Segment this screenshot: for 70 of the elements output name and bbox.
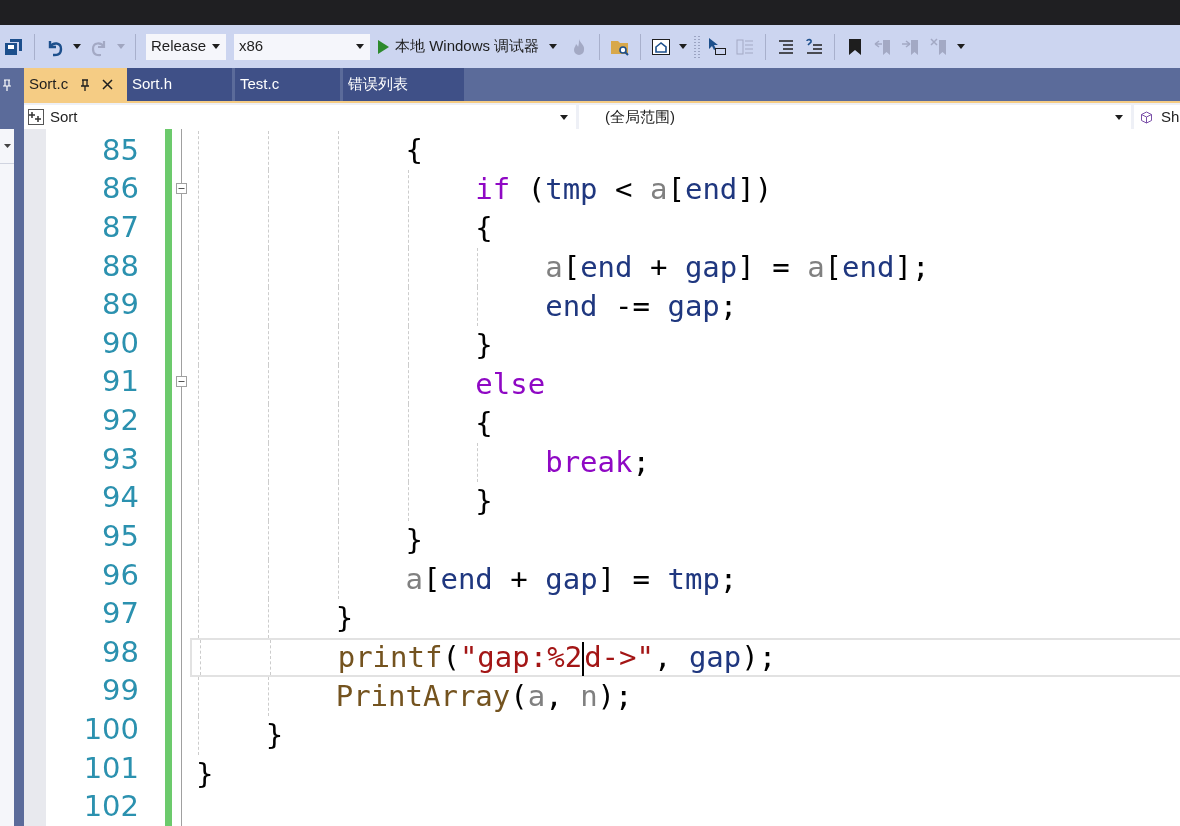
- line-number: 98: [102, 637, 139, 667]
- caret-icon[interactable]: [73, 44, 81, 49]
- play-icon: [378, 39, 389, 54]
- run-debugger-button[interactable]: 本地 Windows 调试器: [374, 33, 566, 60]
- file-tab[interactable]: Sort.h: [127, 68, 232, 101]
- code-line: a[end + gap] = a[end];: [544, 253, 930, 282]
- caret-icon[interactable]: [3, 144, 11, 148]
- line-number: 96: [102, 560, 139, 590]
- code-line: a[end + gap] = tmp;: [404, 565, 738, 594]
- line-number: 99: [102, 676, 139, 706]
- scope-dropdown[interactable]: (全局范围): [579, 105, 1131, 129]
- cursor-icon[interactable]: [707, 36, 728, 57]
- code-line: {: [474, 409, 493, 438]
- caret-icon[interactable]: [957, 44, 966, 49]
- line-number: 87: [102, 213, 139, 242]
- close-icon[interactable]: [102, 79, 114, 90]
- code-line: {: [474, 214, 493, 243]
- tab-title: 错误列表: [348, 74, 408, 95]
- code-line: PrintArray(a, n);: [334, 682, 633, 711]
- member-dropdown[interactable]: Sh: [1134, 105, 1180, 129]
- collapse-icon[interactable]: [175, 183, 187, 195]
- code-line: break;: [544, 448, 650, 477]
- line-number: 101: [83, 753, 139, 783]
- line-number: 97: [102, 599, 139, 629]
- file-tab[interactable]: Test.c: [235, 68, 340, 101]
- save-all-icon[interactable]: [4, 36, 24, 57]
- code-line: end -= gap;: [544, 292, 738, 321]
- line-number: 102: [83, 792, 139, 822]
- caret-icon[interactable]: [356, 44, 364, 49]
- line-number: 88: [102, 251, 139, 281]
- cube-icon: [1140, 110, 1153, 124]
- caret-icon[interactable]: [679, 44, 688, 49]
- tab-title: Sort.c: [29, 74, 69, 95]
- line-number: 93: [102, 444, 139, 474]
- grip-icon[interactable]: [694, 34, 701, 59]
- project-dropdown[interactable]: Sort: [24, 105, 576, 129]
- tab-title: Test.c: [240, 74, 280, 95]
- line-number: 95: [102, 521, 139, 551]
- line-number: 91: [102, 367, 139, 397]
- code-line: if (tmp < a[end]): [474, 175, 773, 204]
- code-line: }: [196, 760, 214, 789]
- pin-icon[interactable]: [80, 78, 91, 91]
- collapse-icon[interactable]: [175, 376, 187, 388]
- line-number: 92: [102, 406, 139, 436]
- configuration-dropdown[interactable]: Release: [146, 33, 226, 60]
- line-number: 85: [102, 135, 139, 165]
- line-number: 89: [102, 290, 139, 320]
- code-line: else: [474, 370, 546, 399]
- caret-icon[interactable]: [1115, 114, 1123, 120]
- line-number: 94: [102, 483, 139, 513]
- code-line: }: [404, 526, 423, 555]
- code-line: }: [334, 604, 354, 633]
- line-number: 86: [102, 174, 139, 204]
- file-tab[interactable]: 错误列表: [343, 68, 464, 101]
- file-tab[interactable]: Sort.c: [24, 68, 127, 101]
- caret-icon[interactable]: [212, 44, 220, 49]
- project-icon: [28, 109, 44, 125]
- line-number: 100: [83, 714, 139, 744]
- code-line: }: [474, 487, 493, 516]
- home-window-icon[interactable]: [651, 36, 672, 57]
- configuration-dropdown[interactable]: x86: [234, 33, 370, 60]
- code-line: printf("gap:%2 d->", gap);: [336, 643, 777, 672]
- comment-lines-icon[interactable]: [804, 36, 825, 57]
- tab-title: Sort.h: [132, 74, 173, 95]
- code-line: }: [264, 721, 284, 750]
- code-line: {: [404, 136, 423, 165]
- caret-icon[interactable]: [560, 114, 568, 120]
- caret-icon[interactable]: [549, 44, 558, 49]
- line-number: 90: [102, 328, 139, 358]
- code-line: }: [474, 331, 493, 360]
